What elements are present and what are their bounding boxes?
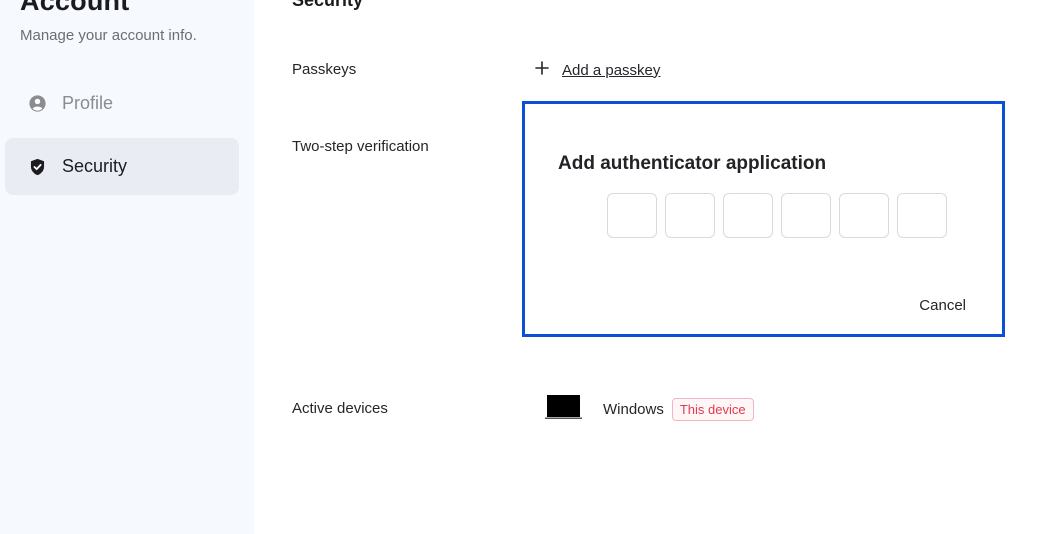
add-passkey-link[interactable]: Add a passkey	[562, 62, 660, 79]
otp-input-group	[607, 193, 955, 238]
otp-digit-input[interactable]	[723, 193, 773, 238]
authenticator-card: Add authenticator application Cancel	[522, 101, 1005, 337]
passkeys-label: Passkeys	[292, 61, 357, 78]
add-passkey-button[interactable]: Add a passkey	[534, 60, 660, 80]
sidebar-item-label: Security	[62, 156, 128, 176]
otp-digit-input[interactable]	[897, 193, 947, 238]
plus-icon	[534, 60, 562, 80]
sidebar-item-security[interactable]: Security	[5, 138, 239, 195]
active-devices-label: Active devices	[292, 400, 388, 417]
cancel-button[interactable]: Cancel	[919, 297, 966, 314]
account-subtitle: Manage your account info.	[20, 27, 197, 44]
current-device-badge: This device	[671, 398, 754, 421]
page-title: Security	[292, 0, 364, 10]
user-circle-icon	[29, 95, 46, 112]
otp-digit-input[interactable]	[665, 193, 715, 238]
laptop-icon	[545, 394, 603, 425]
sidebar: Account Manage your account info. Profil…	[0, 0, 254, 534]
two-step-label: Two-step verification	[292, 138, 429, 155]
otp-digit-input[interactable]	[607, 193, 657, 238]
otp-digit-input[interactable]	[839, 193, 889, 238]
shield-check-icon	[29, 158, 46, 176]
otp-digit-input[interactable]	[781, 193, 831, 238]
device-entry[interactable]: Windows This device	[545, 394, 754, 425]
sidebar-item-label: Profile	[62, 93, 114, 113]
device-name: Windows	[603, 401, 664, 418]
account-title: Account	[20, 0, 130, 16]
authenticator-title: Add authenticator application	[558, 153, 827, 174]
sidebar-item-profile[interactable]: Profile	[5, 75, 239, 132]
